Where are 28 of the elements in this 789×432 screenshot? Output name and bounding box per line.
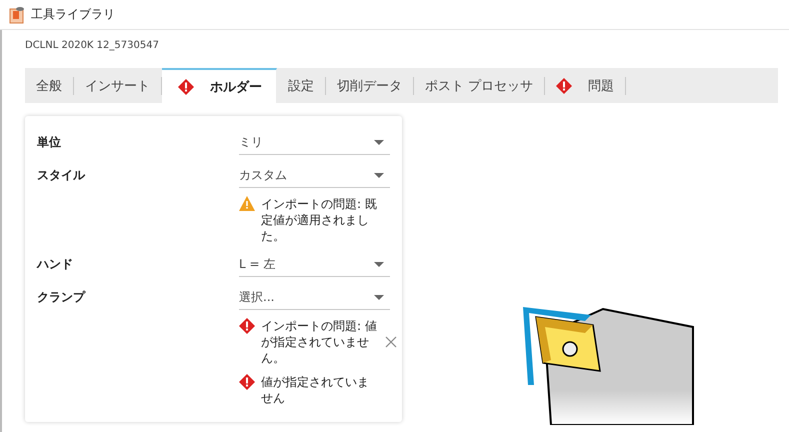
tool-name: DCLNL 2020K 12_5730547 bbox=[24, 39, 160, 53]
message-text: インポートの問題: 既定値が適用されました。 bbox=[261, 196, 378, 244]
tab[interactable]: 切削データ bbox=[326, 68, 414, 103]
error-icon bbox=[239, 318, 255, 334]
tab[interactable]: 全般 bbox=[25, 68, 74, 103]
dropdown[interactable]: 選択... bbox=[239, 285, 390, 310]
field-label: スタイル bbox=[37, 167, 86, 184]
warning-icon bbox=[239, 196, 255, 211]
tab[interactable]: 問題 bbox=[545, 68, 626, 103]
message-text: 値が指定されていません bbox=[261, 374, 370, 406]
tab[interactable]: ポスト プロセッサ bbox=[414, 68, 546, 103]
close-icon[interactable] bbox=[385, 336, 397, 348]
dropdown[interactable]: ミリ bbox=[239, 130, 390, 155]
dropdown[interactable]: カスタム bbox=[239, 163, 390, 188]
caret-icon bbox=[374, 294, 384, 300]
dropdown[interactable]: L = 左 bbox=[239, 252, 390, 277]
field-label: ハンド bbox=[37, 256, 74, 273]
app-icon bbox=[9, 6, 25, 24]
message-text: インポートの問題: 値が指定されていません。 bbox=[261, 318, 378, 366]
field-label: 単位 bbox=[37, 134, 62, 151]
caret-icon bbox=[374, 140, 384, 144]
window-title: 工具ライブラリ bbox=[31, 6, 115, 23]
tab[interactable]: ホルダー bbox=[162, 68, 277, 103]
caret-icon bbox=[374, 172, 384, 178]
caret-icon bbox=[374, 262, 384, 266]
tab[interactable]: 設定 bbox=[277, 68, 326, 103]
error-icon bbox=[239, 374, 255, 390]
field-label: クランプ bbox=[37, 289, 86, 306]
